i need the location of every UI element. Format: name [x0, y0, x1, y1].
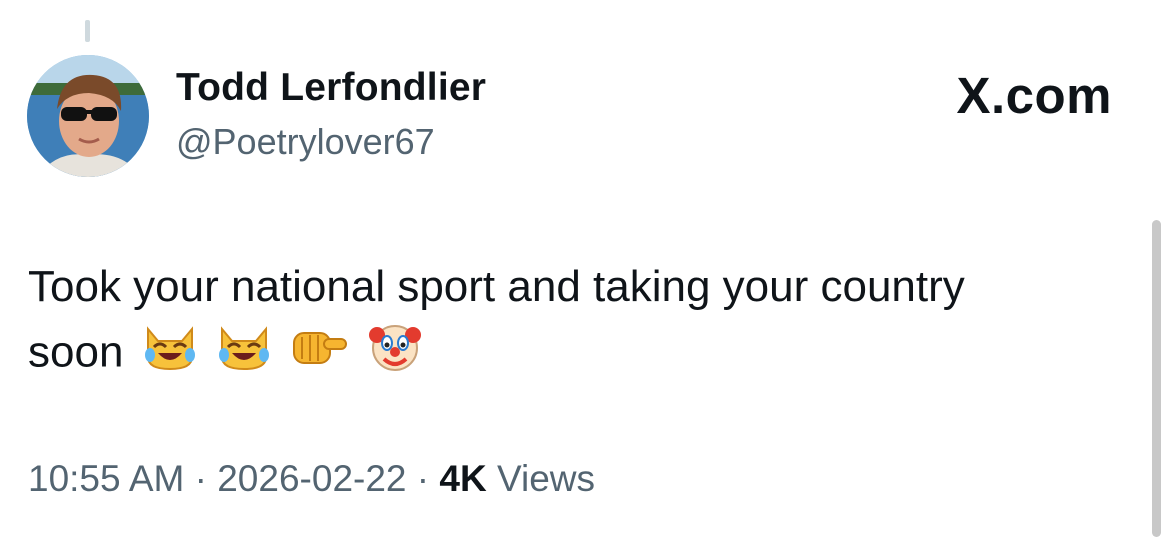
tweet-metadata: 10:55 AM · 2026-02-22 · 4K Views [28, 458, 595, 500]
views-count[interactable]: 4K [439, 458, 486, 499]
clown-face-icon [368, 319, 422, 391]
author-display-name[interactable]: Todd Lerfondlier [176, 66, 486, 110]
pointing-fist-icon [290, 321, 350, 389]
tweet-text-line-1: Took your national sport and taking your… [28, 262, 965, 311]
crying-laughing-cat-icon [142, 321, 198, 389]
scrollbar-thumb[interactable] [1152, 220, 1161, 537]
thread-connector-line [85, 20, 90, 42]
tweet-text-line-2: soon [28, 319, 1128, 391]
avatar-photo [27, 55, 149, 177]
author-handle[interactable]: @Poetrylover67 [176, 121, 435, 163]
tweet-date[interactable]: 2026-02-22 [217, 458, 406, 499]
tweet-text: Took your national sport and taking your… [28, 254, 1128, 391]
crying-laughing-cat-icon [216, 321, 272, 389]
x-com-brand-label: X.com [956, 67, 1112, 124]
tweet-time[interactable]: 10:55 AM [28, 458, 184, 499]
avatar[interactable] [27, 55, 149, 177]
views-label[interactable]: Views [497, 458, 595, 499]
meta-separator: · [194, 458, 207, 499]
meta-separator: · [416, 458, 430, 499]
tweet-text-word: soon [28, 327, 124, 377]
